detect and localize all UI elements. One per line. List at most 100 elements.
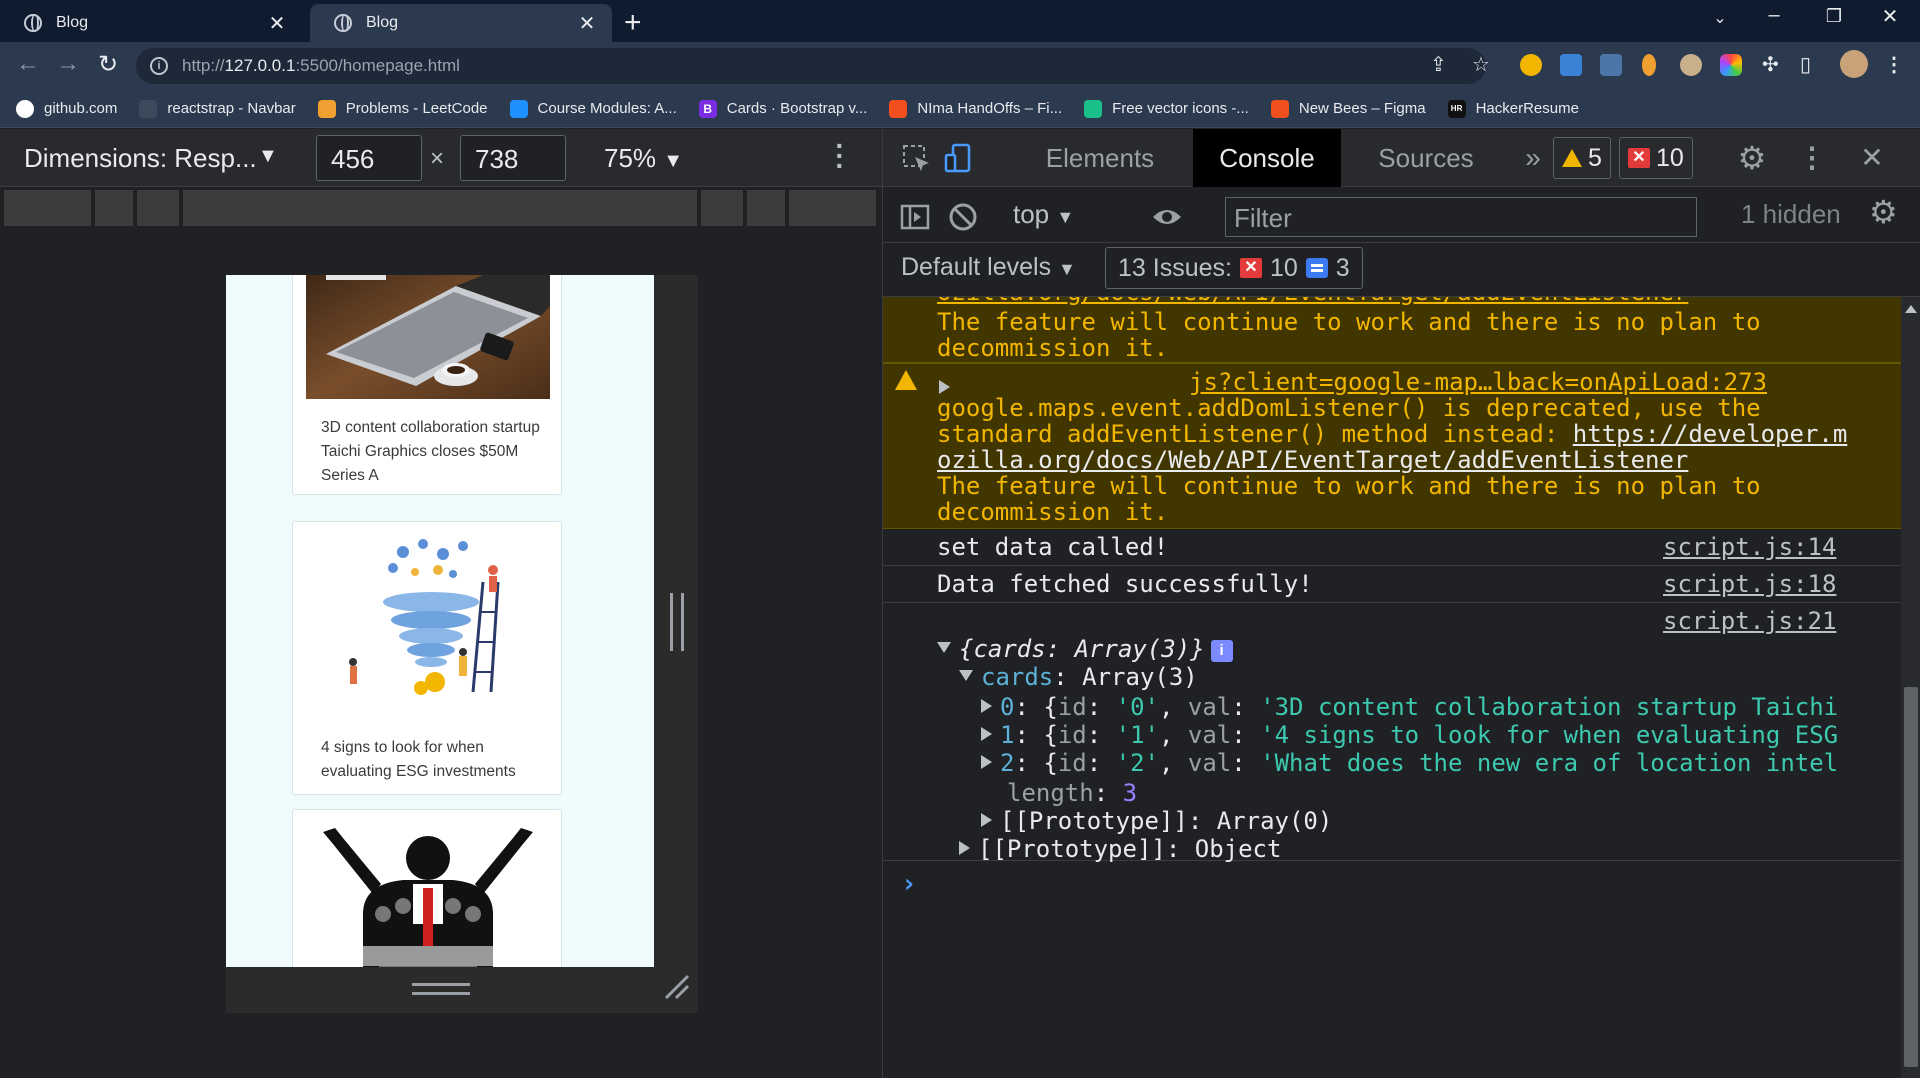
bookmark-star-icon[interactable]: ☆ xyxy=(1472,52,1490,77)
warning-source-link[interactable]: js?client=google-map…lback=onApiLoad:273 xyxy=(1189,368,1767,396)
bookmark-item[interactable]: NIma HandOffs – Fi... xyxy=(889,99,1062,118)
sidebar-toggle-icon[interactable] xyxy=(899,201,931,233)
forward-button[interactable]: → xyxy=(52,50,84,78)
device-screen[interactable]: 3D content collaboration startup Taichi … xyxy=(226,275,654,967)
docs-link-continued[interactable]: ozilla.org/docs/Web/API/EventTarget/addE… xyxy=(937,446,1688,474)
tab-title: Blog xyxy=(56,14,89,31)
resize-handle-horizontal[interactable] xyxy=(412,983,470,995)
bookmark-item[interactable]: HR HackerResume xyxy=(1447,99,1579,118)
address-bar[interactable]: i http://127.0.0.1:5500/homepage.html xyxy=(136,48,1486,84)
errors-counter[interactable]: ✕ 10 xyxy=(1619,137,1693,179)
github-icon xyxy=(16,99,34,118)
news-card[interactable]: 4 signs to look for when evaluating ESG … xyxy=(292,521,562,795)
close-devtools-icon[interactable]: ✕ xyxy=(1847,129,1897,187)
avatar[interactable] xyxy=(1840,50,1868,78)
address-toolbar: ← → ↻ i http://127.0.0.1:5500/homepage.h… xyxy=(0,42,1920,90)
log-source-link[interactable]: script.js:18 xyxy=(1663,570,1836,598)
console-prompt-icon[interactable]: › xyxy=(901,869,917,899)
card-item-1[interactable]: 1: {id: '1', val: '4 signs to look for w… xyxy=(981,721,1838,749)
devtools-panel: Elements Console Sources » 5 ✕ 10 ⚙ ⋮ ✕ … xyxy=(882,129,1920,1078)
media-query-bar[interactable] xyxy=(4,190,876,226)
hackerresume-icon: HR xyxy=(1447,99,1466,118)
devtools-menu-icon[interactable]: ⋮ xyxy=(1787,129,1837,187)
error-icon: ✕ xyxy=(1239,258,1262,278)
tab-console[interactable]: Console xyxy=(1193,129,1341,187)
docs-link[interactable]: https://developer.m xyxy=(1573,420,1848,448)
back-button[interactable]: ← xyxy=(12,50,44,78)
bookmark-item[interactable]: B Cards · Bootstrap v... xyxy=(698,99,867,118)
tab-elements[interactable]: Elements xyxy=(1021,129,1179,187)
extension-icon[interactable] xyxy=(1720,54,1742,76)
sun-extension-icon[interactable] xyxy=(1520,54,1542,76)
info-message-icon xyxy=(1305,258,1328,278)
scrollbar-thumb[interactable] xyxy=(1904,687,1918,1067)
object-summary[interactable]: {cards: Array(3)} i xyxy=(937,635,1233,663)
tab-sources[interactable]: Sources xyxy=(1351,129,1501,187)
cards-property[interactable]: cards: Array(3) xyxy=(959,663,1198,691)
warnings-counter[interactable]: 5 xyxy=(1553,137,1611,179)
console-scrollbar[interactable] xyxy=(1901,297,1920,1078)
browser-menu-icon[interactable]: ⋮ xyxy=(1884,52,1904,77)
live-expression-eye-icon[interactable] xyxy=(1151,201,1183,233)
extension-icon[interactable] xyxy=(1642,54,1656,76)
site-info-icon[interactable]: i xyxy=(150,57,168,75)
clear-console-icon[interactable] xyxy=(947,201,979,233)
extensions-puzzle-icon[interactable]: ✣ xyxy=(1762,52,1779,77)
log-source-link[interactable]: script.js:14 xyxy=(1663,533,1836,561)
bookmark-item[interactable]: Free vector icons -... xyxy=(1084,99,1249,118)
console-log-row: set data called! script.js:14 xyxy=(883,529,1901,566)
bookmark-item[interactable]: github.com xyxy=(16,99,117,118)
log-source-link[interactable]: script.js:21 xyxy=(1663,607,1836,635)
warning-link[interactable]: ozilla.org/docs/Web/API/EventTarget/addE… xyxy=(937,297,1688,306)
issues-button[interactable]: 13 Issues: ✕ 10 3 xyxy=(1105,247,1363,289)
caret-down-icon[interactable]: ▼ xyxy=(258,145,278,168)
settings-gear-icon[interactable]: ⚙ xyxy=(1727,129,1777,187)
bookmark-label: New Bees – Figma xyxy=(1298,100,1426,117)
bookmark-item[interactable]: reactstrap - Navbar xyxy=(139,99,296,118)
card-item-0[interactable]: 0: {id: '0', val: '3D content collaborat… xyxy=(981,693,1838,721)
minimize-button[interactable]: – xyxy=(1754,4,1794,27)
browser-tab[interactable]: Blog ✕ xyxy=(0,4,302,42)
new-tab-button[interactable]: + xyxy=(624,6,642,40)
news-card[interactable]: 3D content collaboration startup Taichi … xyxy=(292,275,562,495)
tab-search-icon[interactable]: ⌄ xyxy=(1700,8,1740,28)
more-options-icon[interactable]: · · · xyxy=(830,132,850,180)
bookmark-item[interactable]: New Bees – Figma xyxy=(1270,99,1426,118)
warnings-count: 5 xyxy=(1588,143,1602,172)
device-toggle-icon[interactable] xyxy=(943,143,975,175)
console-warning: ozilla.org/docs/Web/API/EventTarget/addE… xyxy=(883,297,1901,363)
levels-select[interactable]: Default levels ▼ xyxy=(901,253,1076,282)
object-prototype[interactable]: [[Prototype]]: Object xyxy=(959,835,1281,863)
browser-tab-active[interactable]: Blog ✕ xyxy=(310,4,612,42)
context-select[interactable]: top ▼ xyxy=(1013,199,1074,230)
extension-icon[interactable] xyxy=(1680,54,1702,76)
news-card[interactable] xyxy=(292,809,562,967)
vk-extension-icon[interactable] xyxy=(1600,54,1622,76)
console-settings-icon[interactable]: ⚙ xyxy=(1869,193,1898,231)
side-panel-icon[interactable]: ▯ xyxy=(1800,52,1811,77)
devtools-tabbar: Elements Console Sources » 5 ✕ 10 ⚙ ⋮ ✕ xyxy=(883,129,1920,187)
bookmark-item[interactable]: Course Modules: A... xyxy=(509,99,677,118)
reload-button[interactable]: ↻ xyxy=(92,50,124,79)
height-input[interactable]: 738 xyxy=(460,135,566,181)
width-input[interactable]: 456 xyxy=(316,135,422,181)
scroll-up-icon[interactable] xyxy=(1905,305,1917,313)
close-window-button[interactable]: ✕ xyxy=(1870,4,1910,29)
bookmark-item[interactable]: Problems - LeetCode xyxy=(317,99,488,118)
close-tab-icon[interactable]: ✕ xyxy=(266,11,288,36)
warning-text: The feature will continue to work and th… xyxy=(937,472,1761,500)
resize-handle-vertical[interactable] xyxy=(670,593,684,651)
close-tab-icon[interactable]: ✕ xyxy=(576,11,598,36)
console-output[interactable]: ozilla.org/docs/Web/API/EventTarget/addE… xyxy=(883,297,1901,1078)
array-prototype[interactable]: [[Prototype]]: Array(0) xyxy=(981,807,1332,835)
restore-button[interactable]: ❐ xyxy=(1814,6,1854,27)
warning-text: The feature will continue to work and th… xyxy=(937,308,1761,336)
card-item-2[interactable]: 2: {id: '2', val: 'What does the new era… xyxy=(981,749,1838,777)
share-icon[interactable]: ⇪ xyxy=(1430,52,1447,77)
inspect-element-icon[interactable] xyxy=(901,143,933,175)
console-filter-input[interactable]: Filter xyxy=(1225,197,1697,237)
extension-icon[interactable] xyxy=(1560,54,1582,76)
zoom-select[interactable]: 75% ▼ xyxy=(604,143,683,174)
dimensions-select[interactable]: Dimensions: Resp... xyxy=(24,143,257,174)
resize-corner-icon[interactable] xyxy=(662,972,692,1002)
